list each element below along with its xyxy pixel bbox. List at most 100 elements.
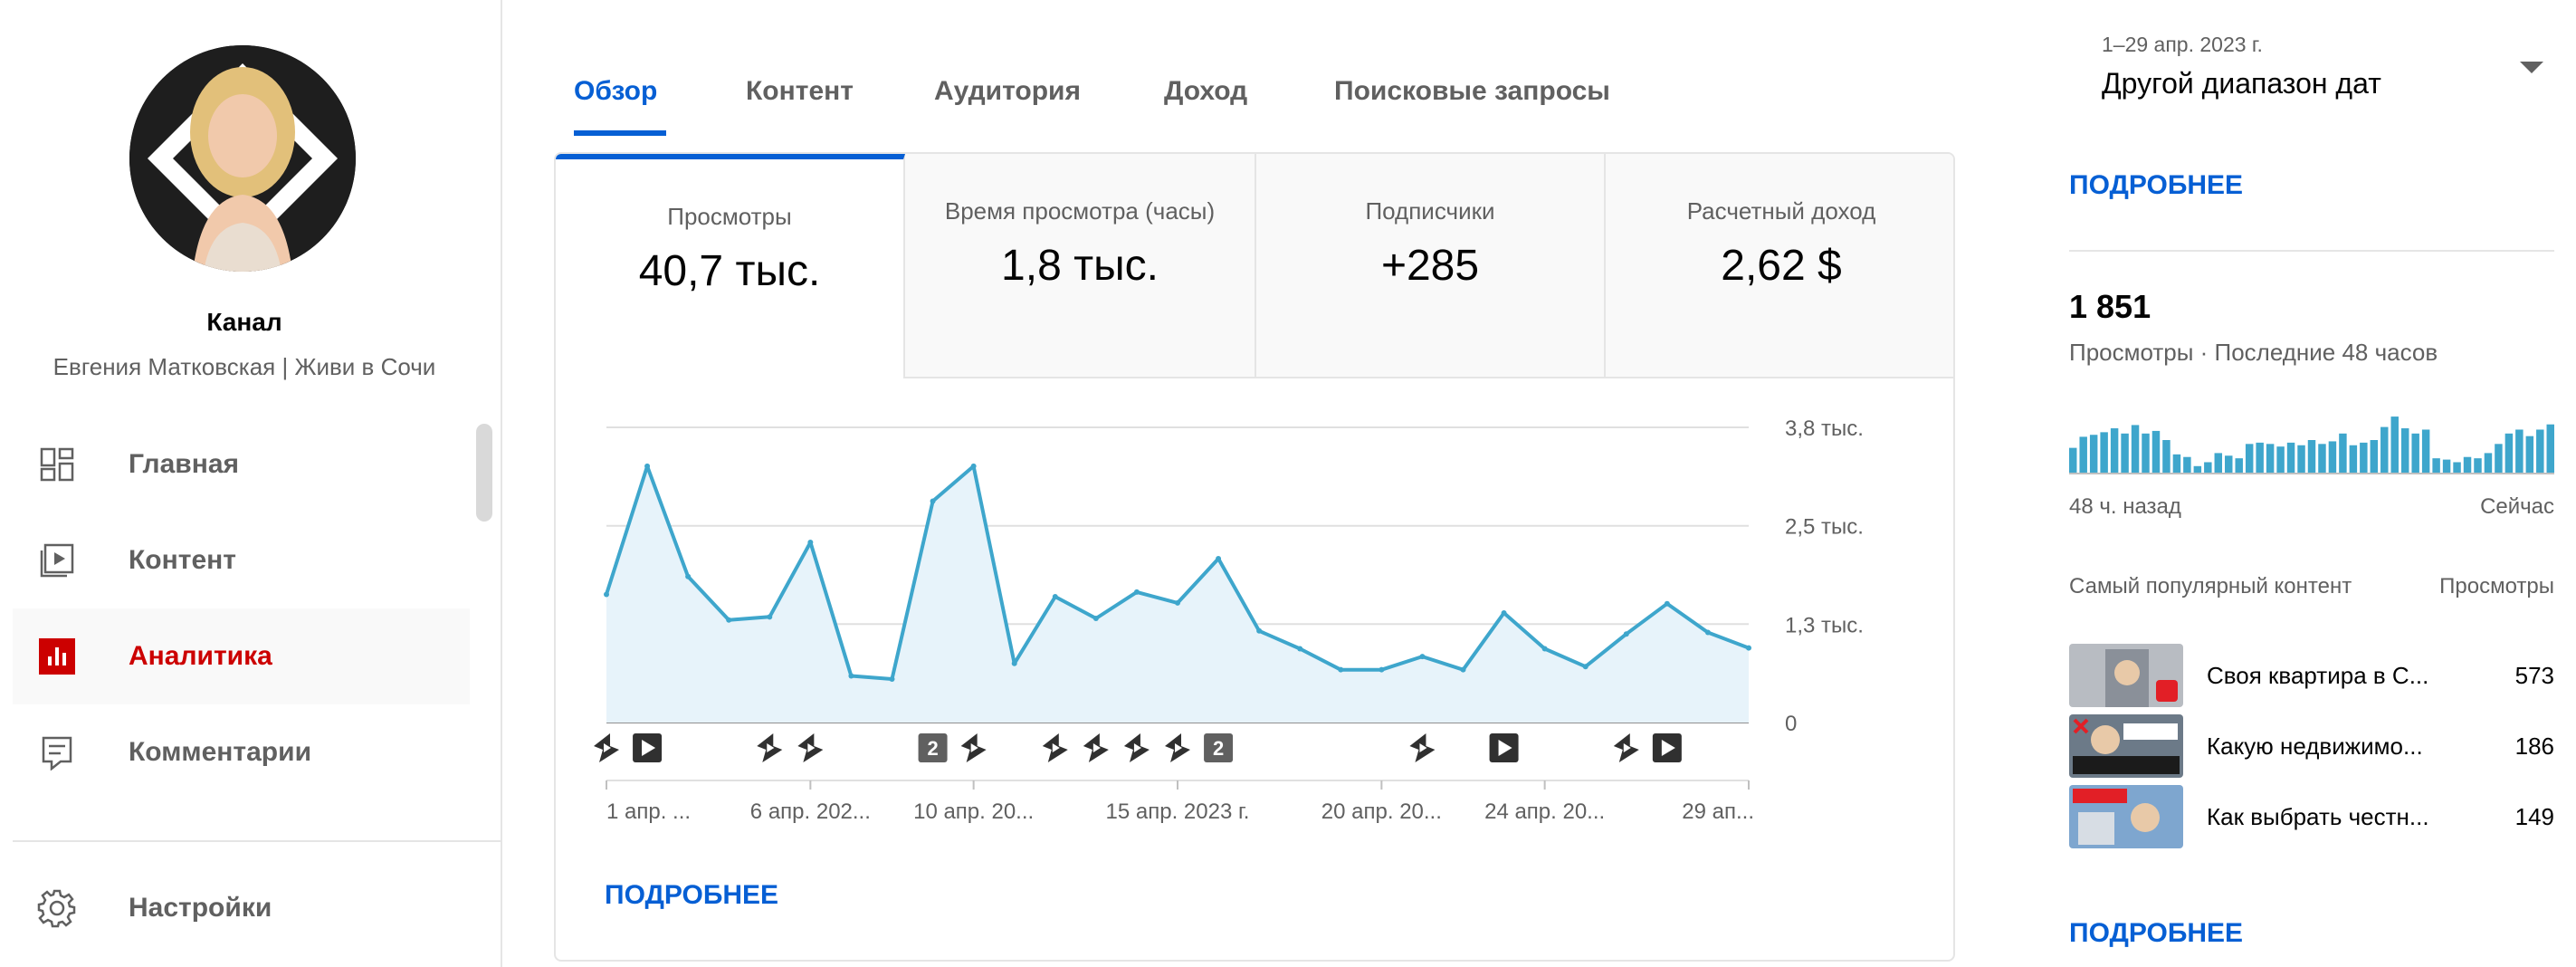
realtime-bar[interactable] (2204, 462, 2212, 473)
realtime-bar[interactable] (2536, 429, 2544, 473)
realtime-bar[interactable] (2495, 444, 2503, 473)
sidebar-item-dashboard[interactable]: Главная (13, 416, 470, 512)
top-content-row[interactable]: Какую недвижимо... 186 (2069, 712, 2554, 780)
avatar[interactable] (129, 45, 356, 272)
realtime-bar[interactable] (2349, 445, 2358, 473)
chart-point[interactable] (1133, 589, 1140, 595)
realtime-bar[interactable] (2121, 433, 2129, 473)
sidebar-item-analytics[interactable]: Аналитика (13, 608, 470, 704)
realtime-bar[interactable] (2069, 447, 2077, 473)
sidebar-item-settings[interactable]: Настройки (13, 860, 470, 956)
chart-point[interactable] (848, 673, 854, 679)
shorts-icon[interactable] (1613, 733, 1639, 762)
chart-point[interactable] (685, 573, 692, 579)
video-upload-icon[interactable] (1652, 733, 1682, 762)
realtime-bar[interactable] (2225, 455, 2233, 473)
chart-point[interactable] (1704, 629, 1711, 636)
chart-point[interactable] (1175, 599, 1180, 606)
realtime-bar[interactable] (2172, 454, 2181, 473)
realtime-bar[interactable] (2390, 416, 2399, 473)
realtime-bar[interactable] (2411, 433, 2419, 473)
chart-point[interactable] (1092, 616, 1099, 622)
chart-point[interactable] (1623, 631, 1629, 637)
chart-point[interactable] (889, 675, 895, 682)
realtime-bar[interactable] (2421, 429, 2430, 473)
chart-point[interactable] (1297, 646, 1303, 652)
shorts-icon[interactable] (1042, 733, 1068, 762)
realtime-bar[interactable] (2110, 428, 2119, 473)
realtime-bar[interactable] (2100, 432, 2108, 473)
tab-search-queries[interactable]: Поисковые запросы (1334, 76, 1610, 107)
date-range-period[interactable]: 1–29 апр. 2023 г. (2102, 33, 2263, 57)
date-range-select[interactable]: Другой диапазон дат (2102, 67, 2381, 101)
chart-point[interactable] (807, 539, 814, 545)
tab-overview[interactable]: Обзор (574, 76, 657, 107)
chart-point[interactable] (1216, 555, 1222, 561)
realtime-bar[interactable] (2256, 442, 2264, 473)
shorts-icon[interactable] (1123, 733, 1150, 762)
shorts-icon[interactable] (594, 733, 619, 762)
realtime-bar[interactable] (2276, 446, 2285, 473)
upload-count-badge[interactable]: 2 (918, 733, 948, 762)
realtime-bar[interactable] (2214, 453, 2223, 473)
shorts-icon[interactable] (1409, 733, 1436, 762)
realtime-bar[interactable] (2453, 462, 2461, 473)
tab-content[interactable]: Контент (746, 76, 854, 107)
realtime-bar[interactable] (2360, 442, 2368, 473)
caret-down-icon[interactable] (2520, 62, 2543, 73)
realtime-bar[interactable] (2400, 428, 2409, 473)
tab-revenue[interactable]: Доход (1164, 76, 1247, 107)
realtime-bar[interactable] (2131, 425, 2140, 473)
views-chart[interactable]: 0 1,3 тыс. 2,5 тыс. 3,8 тыс. 2 2 1 апр. ... 6 а… (556, 154, 1953, 842)
realtime-bar[interactable] (2504, 433, 2514, 473)
realtime-bar[interactable] (2162, 440, 2171, 473)
chart-point[interactable] (1582, 664, 1589, 670)
top-content-row[interactable]: Своя квартира в С... 573 (2069, 641, 2554, 710)
shorts-icon[interactable] (757, 733, 783, 762)
realtime-bar[interactable] (2463, 456, 2472, 473)
realtime-bar[interactable] (2515, 429, 2524, 473)
realtime-bar[interactable] (2307, 440, 2316, 473)
realtime-bar[interactable] (2193, 465, 2202, 473)
realtime-bar[interactable] (2339, 433, 2347, 473)
shorts-icon[interactable] (960, 733, 987, 762)
more-button-bottom[interactable]: ПОДРОБНЕЕ (2069, 918, 2243, 949)
chart-point[interactable] (1746, 645, 1751, 651)
realtime-bar[interactable] (2525, 436, 2534, 473)
chart-point[interactable] (644, 463, 651, 469)
chart-point[interactable] (1011, 660, 1017, 666)
realtime-bar[interactable] (2183, 456, 2191, 473)
realtime-bar[interactable] (2318, 444, 2326, 473)
realtime-bar[interactable] (2079, 436, 2087, 473)
more-button[interactable]: ПОДРОБНЕЕ (605, 880, 778, 911)
chart-point[interactable] (1379, 666, 1385, 673)
chart-point[interactable] (1256, 627, 1263, 634)
chart-point[interactable] (1419, 654, 1426, 660)
more-button-top[interactable]: ПОДРОБНЕЕ (2069, 170, 2243, 201)
upload-count-badge[interactable]: 2 (1204, 733, 1234, 762)
chart-point[interactable] (1460, 666, 1466, 673)
realtime-bar[interactable] (2245, 444, 2254, 473)
realtime-bar[interactable] (2235, 458, 2243, 473)
sidebar-scrollbar[interactable] (476, 424, 492, 522)
chart-point[interactable] (1338, 666, 1344, 673)
realtime-bar[interactable] (2432, 458, 2440, 473)
realtime-bar[interactable] (2328, 441, 2337, 473)
chart-point[interactable] (1501, 610, 1507, 617)
realtime-bar[interactable] (2370, 440, 2379, 473)
chart-point[interactable] (1052, 594, 1058, 600)
shorts-icon[interactable] (1083, 733, 1109, 762)
sidebar-item-comments[interactable]: Комментарии (13, 704, 470, 800)
realtime-bar[interactable] (2297, 445, 2305, 473)
realtime-bar[interactable] (2142, 433, 2150, 473)
chart-point[interactable] (726, 617, 732, 623)
realtime-bar[interactable] (2474, 458, 2482, 473)
realtime-bar[interactable] (2266, 444, 2275, 473)
realtime-bar[interactable] (2089, 435, 2098, 473)
chart-point[interactable] (1664, 600, 1670, 607)
chart-point[interactable] (767, 614, 773, 620)
realtime-bar[interactable] (2380, 426, 2389, 473)
chart-point[interactable] (930, 498, 936, 504)
realtime-bar[interactable] (2442, 459, 2451, 473)
chart-point[interactable] (970, 463, 977, 469)
